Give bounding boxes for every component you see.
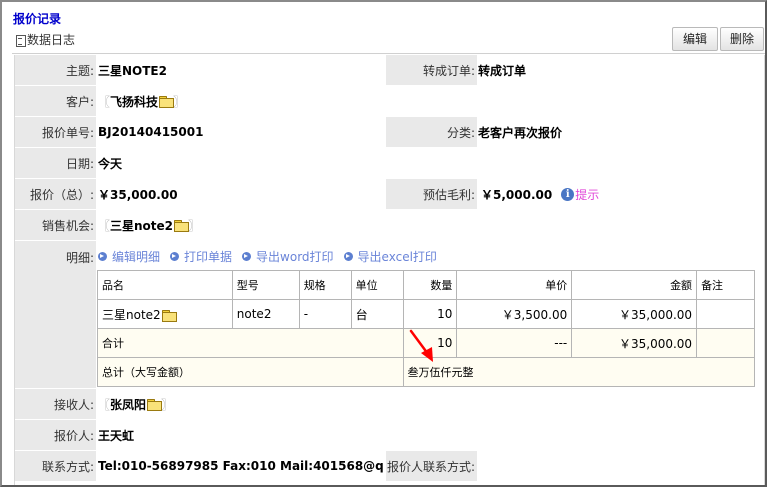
bracket-open: 〖 [98, 218, 111, 233]
arrow-circle-icon [170, 251, 180, 261]
sales-opp-label: 销售机会: [15, 210, 96, 240]
col-header: 金额 [571, 270, 698, 300]
table-row: 三星note2 note2 - 台 10 ￥3,500.00 ￥35,000.0… [97, 299, 755, 329]
total-quote-value: ￥35,000.00 [98, 187, 178, 202]
folder-icon[interactable] [159, 96, 175, 108]
subtotal-price: --- [456, 328, 573, 358]
qty-cell: 10 [402, 299, 458, 329]
row-customer: 客户: 〖 飞扬科技 〗 [15, 86, 764, 116]
customer-label: 客户: [15, 86, 96, 116]
table-header-row: 品名 型号 规格 单位 数量 单价 金额 备注 [97, 270, 755, 300]
print-doc-label: 打印单据 [184, 249, 233, 264]
export-word-label: 导出word打印 [256, 249, 334, 264]
sales-opp-value: 〖 三星note2 〗 [98, 210, 200, 240]
amount-cell: ￥35,000.00 [571, 299, 698, 329]
folder-icon[interactable] [147, 399, 163, 411]
row-total-quote: 报价（总）: ￥35,000.00 预估毛利: ￥5,000.00 i 提示 [15, 179, 764, 209]
edit-button[interactable]: 编辑 [672, 27, 718, 51]
col-header: 数量 [402, 270, 458, 300]
bracket-close: 〗 [161, 397, 174, 412]
info-icon[interactable]: i [561, 187, 575, 201]
item-name-cell: 三星note2 [97, 299, 233, 329]
receiver-label: 接收人: [15, 389, 96, 419]
bracket-open: 〖 [98, 94, 111, 109]
quoter-contact-label: 报价人联系方式: [386, 451, 477, 481]
hint-link[interactable]: 提示 [575, 186, 599, 203]
date-value: 今天 [98, 156, 123, 171]
row-subject: 主题: 三星NOTE2 转成订单: 转成订单 [15, 55, 764, 85]
convert-order-link[interactable]: 转成订单 [478, 55, 526, 85]
export-excel-label: 导出excel打印 [357, 249, 437, 264]
bracket-open: 〖 [98, 397, 111, 412]
data-log-link[interactable]: 数据日志 [15, 31, 75, 48]
row-receiver: 接收人: 〖 张凤阳 〗 [15, 389, 764, 419]
arrow-circle-icon [242, 251, 252, 261]
customer-value: 〖 飞扬科技 〗 [98, 86, 185, 116]
model-cell: note2 [231, 299, 300, 329]
row-quote-no: 报价单号: BJ20140415001 分类: 老客户再次报价 [15, 117, 764, 147]
receiver-name-link[interactable]: 张凤阳 [110, 396, 146, 413]
category-label: 分类: [386, 117, 477, 147]
row-quoter: 报价人: 王天虹 [15, 420, 764, 450]
subject-label: 主题: [15, 55, 96, 85]
sales-opp-link[interactable]: 三星note2 [110, 217, 173, 234]
col-header: 规格 [298, 270, 352, 300]
col-header: 单位 [350, 270, 404, 300]
item-name-link[interactable]: 三星note2 [102, 308, 161, 322]
convert-order-label: 转成订单: [386, 55, 477, 85]
contact-label: 联系方式: [15, 451, 96, 481]
col-header: 备注 [696, 270, 755, 300]
edit-detail-label: 编辑明细 [112, 249, 161, 264]
col-header: 单价 [456, 270, 573, 300]
row-date: 日期: 今天 [15, 148, 764, 178]
page-title: 报价记录 [13, 12, 62, 26]
arrow-circle-icon [343, 251, 353, 261]
unit-cell: 台 [350, 299, 404, 329]
red-arrow-annotation [409, 329, 433, 362]
subtotal-amount: ￥35,000.00 [571, 328, 698, 358]
document-icon [15, 34, 26, 47]
edit-detail-link[interactable]: 编辑明细 [98, 248, 160, 265]
print-doc-link[interactable]: 打印单据 [170, 248, 232, 265]
total-words-value: 叁万伍仟元整 [402, 357, 755, 387]
delete-button[interactable]: 删除 [720, 27, 764, 51]
row-sales-opp: 销售机会: 〖 三星note2 〗 [15, 210, 764, 240]
contact-value: Tel:010-56897985 Fax:010 Mail:401568@qq.… [98, 459, 383, 473]
header-divider [12, 53, 765, 54]
est-profit-value: ￥5,000.00 i 提示 [481, 179, 599, 209]
est-profit-amount: ￥5,000.00 [481, 187, 553, 202]
total-quote-label: 报价（总）: [15, 179, 96, 209]
folder-icon[interactable] [174, 220, 190, 232]
detail-links: 编辑明细 打印单据 导出word打印 导出excel打印 [98, 247, 437, 265]
arrow-circle-icon [98, 251, 107, 261]
subject-value: 三星NOTE2 [98, 63, 167, 78]
quoter-value: 王天虹 [98, 428, 135, 443]
note-cell [696, 299, 755, 329]
subtotal-note [696, 328, 755, 358]
est-profit-label: 预估毛利: [386, 179, 477, 209]
spec-cell: - [298, 299, 352, 329]
subtotal-label: 合计 [97, 328, 404, 358]
bracket-close: 〗 [173, 94, 186, 109]
quote-form: 主题: 三星NOTE2 转成订单: 转成订单 客户: 〖 飞扬科技 〗 报价单号… [14, 55, 765, 485]
folder-icon[interactable] [161, 309, 177, 322]
customer-name-link[interactable]: 飞扬科技 [110, 93, 158, 110]
bracket-close: 〗 [188, 218, 201, 233]
row-contact: 联系方式: Tel:010-56897985 Fax:010 Mail:4015… [15, 451, 764, 481]
col-header: 品名 [97, 270, 233, 300]
price-cell: ￥3,500.00 [456, 299, 573, 329]
quote-no-label: 报价单号: [15, 117, 96, 147]
quoter-label: 报价人: [15, 420, 96, 450]
export-word-link[interactable]: 导出word打印 [242, 248, 334, 265]
col-header: 型号 [231, 270, 300, 300]
receiver-value: 〖 张凤阳 〗 [98, 389, 173, 419]
category-value: 老客户再次报价 [478, 125, 563, 140]
date-label: 日期: [15, 148, 96, 178]
total-words-label: 总计（大写金额） [97, 357, 404, 387]
data-log-label: 数据日志 [27, 33, 76, 47]
export-excel-link[interactable]: 导出excel打印 [343, 248, 437, 265]
quote-no-value: BJ20140415001 [98, 125, 204, 139]
detail-label: 明细: [15, 241, 96, 388]
